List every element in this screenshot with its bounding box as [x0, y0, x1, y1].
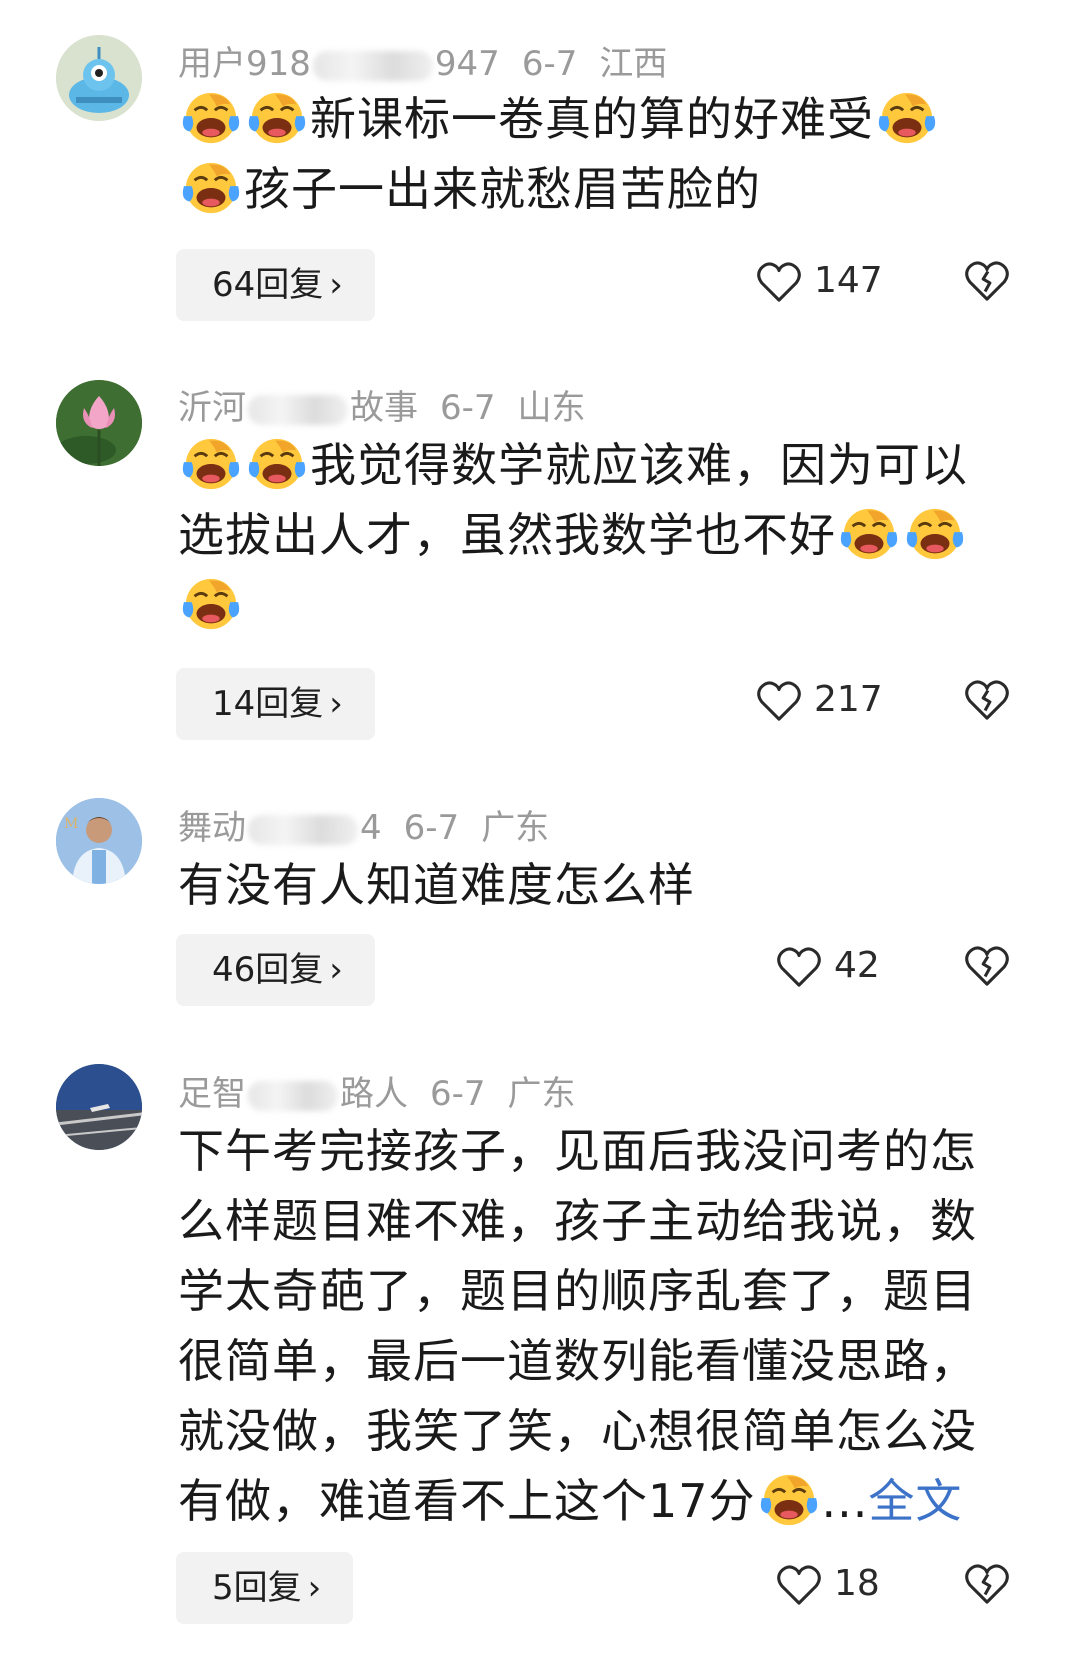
username-suffix[interactable]: 947	[435, 44, 500, 84]
chevron-right-icon: ›	[329, 684, 343, 724]
username-suffix[interactable]: 路人	[340, 1074, 408, 1114]
comment-meta: 舞动 4 6-7 广东	[178, 800, 549, 849]
heart-outline-icon	[776, 1564, 822, 1606]
comment-text: 下午考完接孩子，见面后我没问考的怎么样题目难不难，孩子主动给我说，数学太奇葩了，…	[178, 1116, 1008, 1536]
username-prefix[interactable]: 沂河	[178, 388, 246, 428]
laughing-crying-emoji-icon	[180, 575, 242, 633]
laughing-crying-emoji-icon	[758, 1471, 820, 1529]
comment-meta: 沂河 故事 6-7 山东	[178, 380, 586, 429]
comment-text-line: 下午考完接孩子，见面后我没问考的怎么样题目难不难，孩子主动给我说，数学太奇葩了，…	[178, 1124, 977, 1528]
heart-outline-icon	[756, 261, 802, 303]
username-suffix[interactable]: 故事	[350, 388, 418, 428]
like-button[interactable]: 42	[776, 941, 880, 991]
comment-location: 山东	[517, 388, 586, 428]
reply-count: 5回复	[212, 1568, 302, 1608]
like-count: 42	[834, 945, 880, 986]
reply-count: 46回复	[212, 950, 324, 990]
like-count: 18	[834, 1563, 880, 1604]
like-count: 147	[814, 260, 883, 301]
chevron-right-icon: ›	[329, 950, 343, 990]
laughing-crying-emoji-icon	[876, 89, 938, 147]
username-suffix[interactable]: 4	[360, 808, 382, 848]
comment-text-line: 有没有人知道难度怎么样	[178, 858, 695, 912]
comment-text-line: 孩子一出来就愁眉苦脸的	[244, 162, 761, 216]
blurred-username	[248, 814, 358, 845]
chevron-right-icon: ›	[307, 1568, 322, 1608]
view-replies-button[interactable]: 46回复 ›	[176, 934, 375, 1006]
laughing-crying-emoji-icon	[180, 159, 242, 217]
view-replies-button[interactable]: 64回复 ›	[176, 249, 375, 321]
comment-date: 6-7	[440, 388, 496, 428]
laughing-crying-emoji-icon	[838, 505, 900, 563]
dislike-button[interactable]	[964, 679, 1010, 725]
comment-location: 广东	[481, 808, 550, 848]
laughing-crying-emoji-icon	[180, 89, 242, 147]
dislike-button[interactable]	[964, 1563, 1010, 1609]
read-more-link[interactable]: 全文	[868, 1474, 962, 1528]
laughing-crying-emoji-icon	[246, 435, 308, 493]
avatar[interactable]	[56, 1064, 142, 1150]
broken-heart-icon	[964, 679, 1010, 721]
broken-heart-icon	[964, 945, 1010, 987]
heart-outline-icon	[756, 680, 802, 722]
view-replies-button[interactable]: 14回复 ›	[176, 668, 375, 740]
username-prefix[interactable]: 用户918	[178, 44, 311, 84]
svg-text:M: M	[64, 816, 78, 832]
comment-date: 6-7	[521, 44, 578, 84]
reply-count: 64回复	[212, 265, 324, 305]
laughing-crying-emoji-icon	[180, 435, 242, 493]
avatar[interactable]: M	[56, 798, 142, 884]
reply-count: 14回复	[212, 684, 324, 724]
dislike-button[interactable]	[964, 945, 1010, 991]
chevron-right-icon: ›	[329, 265, 343, 305]
blurred-username	[312, 50, 433, 81]
like-button[interactable]: 18	[776, 1559, 880, 1609]
comment-location: 广东	[507, 1074, 576, 1114]
comment-meta: 用户918 947 6-7 江西	[178, 36, 667, 85]
comment-meta: 足智 路人 6-7 广东	[178, 1066, 576, 1115]
avatar[interactable]	[56, 35, 142, 121]
like-button[interactable]: 217	[756, 675, 883, 725]
like-count: 217	[814, 679, 883, 720]
comment-text: 我觉得数学就应该难，因为可以选拔出人才，虽然我数学也不好	[178, 430, 1008, 640]
heart-outline-icon	[776, 946, 822, 988]
avatar[interactable]	[56, 380, 142, 466]
comment-date: 6-7	[403, 808, 460, 848]
comment-text-line: 新课标一卷真的算的好难受	[310, 92, 874, 146]
blurred-username	[248, 1080, 338, 1111]
comment-text: 有没有人知道难度怎么样	[178, 850, 1008, 920]
ellipsis: ...	[821, 1474, 869, 1528]
dislike-button[interactable]	[964, 260, 1010, 306]
broken-heart-icon	[964, 1563, 1010, 1605]
comment-date: 6-7	[430, 1074, 486, 1114]
blurred-username	[248, 394, 348, 425]
comment-location: 江西	[599, 44, 668, 84]
view-replies-button[interactable]: 5回复 ›	[176, 1552, 354, 1624]
broken-heart-icon	[964, 260, 1010, 302]
username-prefix[interactable]: 足智	[178, 1074, 246, 1114]
laughing-crying-emoji-icon	[246, 89, 308, 147]
comment-text: 新课标一卷真的算的好难受 孩子一出来就愁眉苦脸的	[178, 84, 1008, 224]
username-prefix[interactable]: 舞动	[178, 808, 246, 848]
laughing-crying-emoji-icon	[904, 505, 966, 563]
like-button[interactable]: 147	[756, 256, 883, 306]
